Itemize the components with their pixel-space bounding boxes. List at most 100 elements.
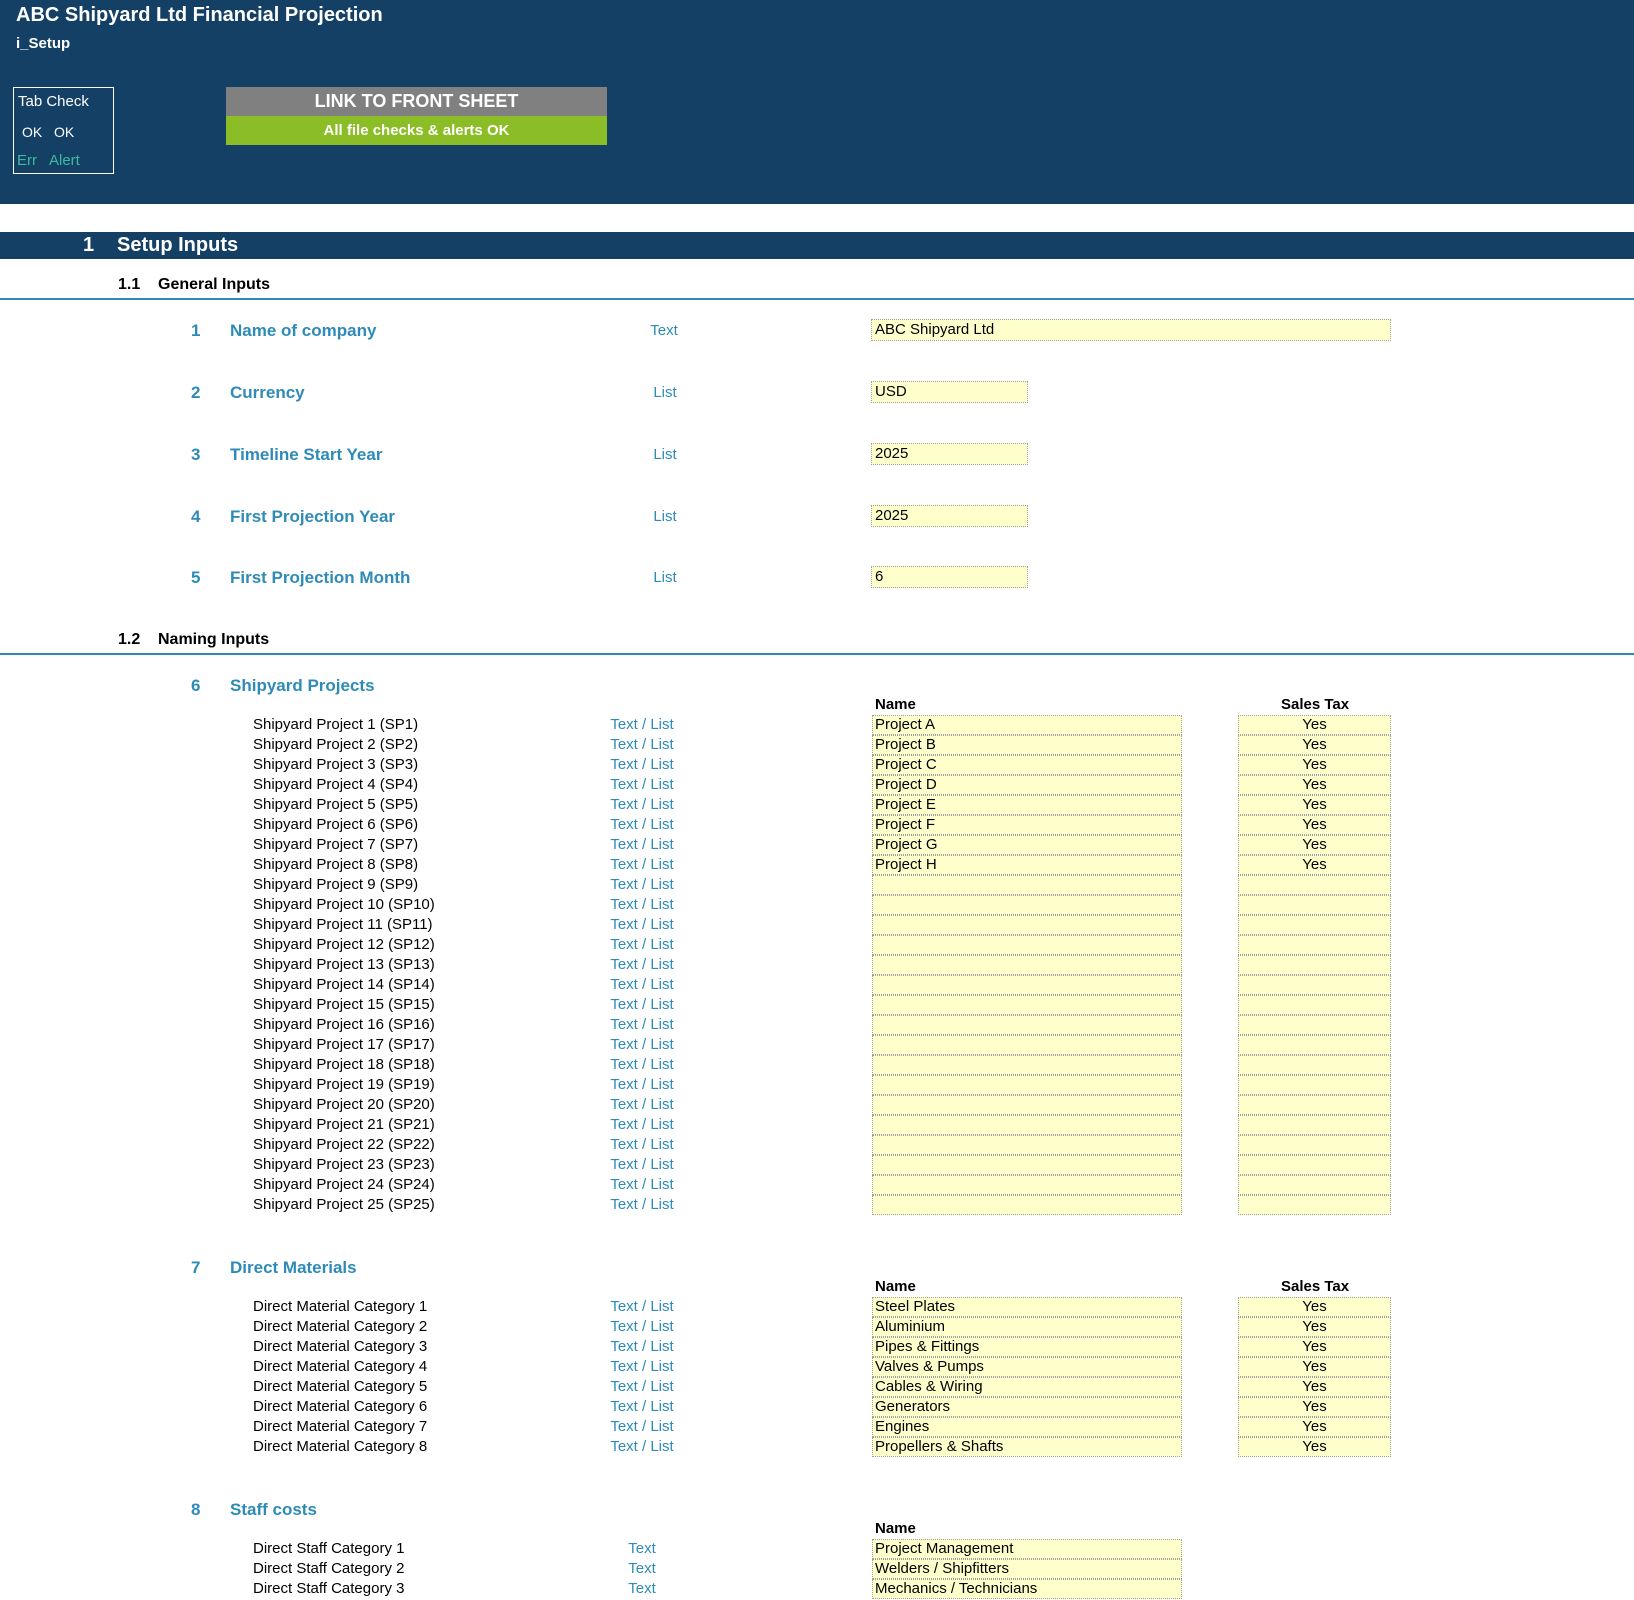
sales-tax-select-cell[interactable]: Yes	[1238, 835, 1391, 855]
name-input-cell[interactable]: Generators	[872, 1397, 1182, 1417]
link-to-front-sheet-button[interactable]: LINK TO FRONT SHEET	[226, 87, 607, 116]
name-input-cell[interactable]	[872, 1075, 1182, 1095]
sales-tax-select-cell[interactable]	[1238, 915, 1391, 935]
name-input-cell[interactable]	[872, 1035, 1182, 1055]
name-input-cell[interactable]: Project H	[872, 855, 1182, 875]
name-input-cell[interactable]: Project B	[872, 735, 1182, 755]
name-input-cell[interactable]	[872, 1115, 1182, 1135]
name-input-cell[interactable]	[872, 1175, 1182, 1195]
sales-tax-select-cell[interactable]: Yes	[1238, 1357, 1391, 1377]
sales-tax-select-cell[interactable]	[1238, 1175, 1391, 1195]
sales-tax-select-cell[interactable]: Yes	[1238, 1317, 1391, 1337]
name-input-cell[interactable]	[872, 975, 1182, 995]
tab-check-ok-status: OK	[54, 124, 75, 140]
name-input-cell[interactable]	[872, 1015, 1182, 1035]
sales-tax-select-cell[interactable]	[1238, 1135, 1391, 1155]
file-checks-status: All file checks & alerts OK	[226, 116, 607, 145]
name-input-cell[interactable]: Project D	[872, 775, 1182, 795]
input-type: List	[653, 569, 677, 586]
sales-tax-select-cell[interactable]	[1238, 875, 1391, 895]
name-input-cell[interactable]: Aluminium	[872, 1317, 1182, 1337]
name-input-cell[interactable]: Project G	[872, 835, 1182, 855]
sales-tax-select-cell[interactable]	[1238, 1115, 1391, 1135]
row-label: Shipyard Project 23 (SP23)	[253, 1156, 435, 1173]
sales-tax-select-cell[interactable]: Yes	[1238, 775, 1391, 795]
name-input-cell[interactable]	[872, 1095, 1182, 1115]
sales-tax-select-cell[interactable]: Yes	[1238, 855, 1391, 875]
sales-tax-select-cell[interactable]	[1238, 1055, 1391, 1075]
row-label: Shipyard Project 9 (SP9)	[253, 876, 419, 893]
table-row: Shipyard Project 7 (SP7) Text / List Proje…	[0, 835, 1634, 855]
row-input-type: Text / List	[610, 776, 674, 793]
table-row: Shipyard Project 13 (SP13) Text / List	[0, 955, 1634, 975]
currency-select[interactable]: USD	[871, 381, 1028, 403]
name-input-cell[interactable]	[872, 1135, 1182, 1155]
sales-tax-select-cell[interactable]: Yes	[1238, 1437, 1391, 1457]
name-input-cell[interactable]	[872, 935, 1182, 955]
name-input-cell[interactable]	[872, 1195, 1182, 1215]
sales-tax-select-cell[interactable]: Yes	[1238, 815, 1391, 835]
sales-tax-select-cell[interactable]: Yes	[1238, 755, 1391, 775]
table-row: Shipyard Project 20 (SP20) Text / List	[0, 1095, 1634, 1115]
name-input-cell[interactable]: Engines	[872, 1417, 1182, 1437]
name-input-cell[interactable]: Project A	[872, 715, 1182, 735]
sales-tax-select-cell[interactable]	[1238, 1075, 1391, 1095]
sales-tax-select-cell[interactable]	[1238, 1035, 1391, 1055]
sales-tax-select-cell[interactable]: Yes	[1238, 1337, 1391, 1357]
table-row: Shipyard Project 12 (SP12) Text / List	[0, 935, 1634, 955]
row-label: Shipyard Project 7 (SP7)	[253, 836, 419, 853]
row-label: Direct Material Category 8	[253, 1438, 428, 1455]
sales-tax-select-cell[interactable]: Yes	[1238, 735, 1391, 755]
first-projection-month-select[interactable]: 6	[871, 566, 1028, 588]
table-row: Direct Material Category 3 Text / List Pip…	[0, 1337, 1634, 1357]
subsection-naming-inputs: 1.2 Naming Inputs	[0, 631, 1634, 655]
name-input-cell[interactable]	[872, 915, 1182, 935]
sales-tax-select-cell[interactable]: Yes	[1238, 1297, 1391, 1317]
name-input-cell[interactable]	[872, 895, 1182, 915]
name-input-cell[interactable]: Project F	[872, 815, 1182, 835]
name-input-cell[interactable]	[872, 955, 1182, 975]
name-input-cell[interactable]: Steel Plates	[872, 1297, 1182, 1317]
table-row: Shipyard Project 19 (SP19) Text / List	[0, 1075, 1634, 1095]
table-row: Shipyard Project 5 (SP5) Text / List Proje…	[0, 795, 1634, 815]
name-input-cell[interactable]: Welders / Shipfitters	[872, 1559, 1182, 1579]
name-input-cell[interactable]: Project E	[872, 795, 1182, 815]
sales-tax-select-cell[interactable]: Yes	[1238, 795, 1391, 815]
input-label: Name of company	[230, 321, 377, 340]
sales-tax-select-cell[interactable]	[1238, 1195, 1391, 1215]
subsection-general-inputs: 1.1 General Inputs	[0, 276, 1634, 300]
timeline-start-year-select[interactable]: 2025	[871, 443, 1028, 465]
row-label: Shipyard Project 15 (SP15)	[253, 996, 435, 1013]
name-input-cell[interactable]	[872, 1055, 1182, 1075]
row-label: Direct Material Category 7	[253, 1418, 428, 1435]
first-projection-year-select[interactable]: 2025	[871, 505, 1028, 527]
sales-tax-select-cell[interactable]	[1238, 1155, 1391, 1175]
name-input-cell[interactable]: Pipes & Fittings	[872, 1337, 1182, 1357]
name-input-cell[interactable]: Propellers & Shafts	[872, 1437, 1182, 1457]
sales-tax-select-cell[interactable]	[1238, 895, 1391, 915]
column-header-sales-tax: Sales Tax	[1281, 696, 1350, 713]
name-input-cell[interactable]: Valves & Pumps	[872, 1357, 1182, 1377]
sales-tax-select-cell[interactable]	[1238, 955, 1391, 975]
name-input-cell[interactable]: Cables & Wiring	[872, 1377, 1182, 1397]
table-row: Shipyard Project 15 (SP15) Text / List	[0, 995, 1634, 1015]
sales-tax-select-cell[interactable]	[1238, 935, 1391, 955]
sales-tax-select-cell[interactable]	[1238, 975, 1391, 995]
name-input-cell[interactable]	[872, 995, 1182, 1015]
name-input-cell[interactable]: Mechanics / Technicians	[872, 1579, 1182, 1599]
table-row: Shipyard Project 18 (SP18) Text / List	[0, 1055, 1634, 1075]
name-input-cell[interactable]: Project C	[872, 755, 1182, 775]
sales-tax-select-cell[interactable]: Yes	[1238, 1417, 1391, 1437]
sales-tax-select-cell[interactable]: Yes	[1238, 1377, 1391, 1397]
name-input-cell[interactable]: Project Management	[872, 1539, 1182, 1559]
sales-tax-select-cell[interactable]: Yes	[1238, 1397, 1391, 1417]
group-number: 6	[191, 676, 201, 695]
sales-tax-select-cell[interactable]	[1238, 995, 1391, 1015]
name-input-cell[interactable]	[872, 875, 1182, 895]
sales-tax-select-cell[interactable]	[1238, 1095, 1391, 1115]
sales-tax-select-cell[interactable]: Yes	[1238, 715, 1391, 735]
sales-tax-select-cell[interactable]	[1238, 1015, 1391, 1035]
name-input-cell[interactable]	[872, 1155, 1182, 1175]
row-label: Direct Material Category 4	[253, 1358, 428, 1375]
company-name-field[interactable]: ABC Shipyard Ltd	[871, 319, 1391, 341]
